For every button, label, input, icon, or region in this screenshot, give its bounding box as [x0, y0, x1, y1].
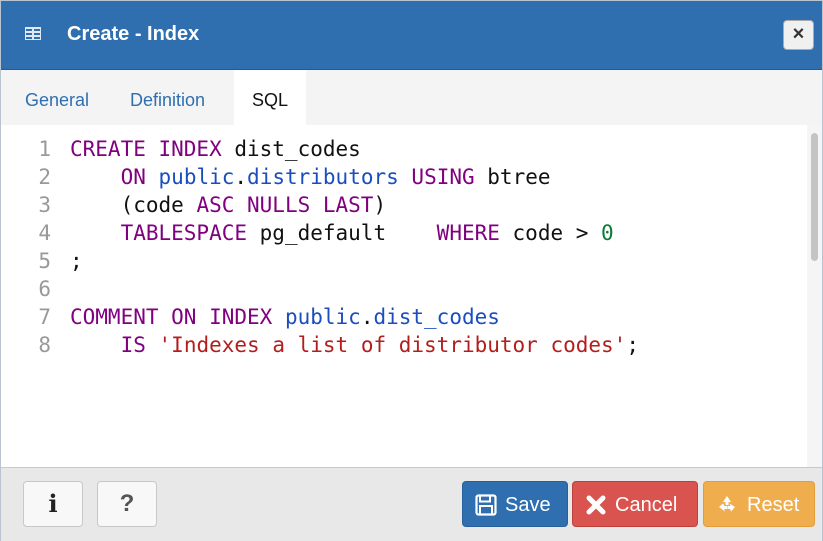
code-token: public	[158, 165, 235, 189]
tab-definition[interactable]: Definition	[130, 70, 205, 125]
code-line[interactable]	[70, 275, 639, 303]
line-number: 4	[38, 221, 51, 245]
code-line[interactable]: TABLESPACE pg_default WHERE code > 0	[70, 219, 639, 247]
code-token: public	[284, 305, 361, 329]
code-token: code >	[499, 221, 602, 245]
line-number-gutter: 1 2 3 4 5 6 7 8	[1, 135, 57, 359]
code-line[interactable]: IS 'Indexes a list of distributor codes'…	[70, 331, 639, 359]
code-token: USING	[411, 165, 475, 189]
code-token: 0	[601, 221, 614, 245]
code-token: .	[234, 165, 248, 189]
recycle-icon	[719, 496, 735, 512]
code-token: ASC NULLS LAST	[196, 193, 374, 217]
dialog-title: Create - Index	[67, 23, 200, 45]
code-line[interactable]: ;	[70, 247, 639, 275]
create-index-dialog: Create - Index × General Definition SQL …	[0, 0, 823, 541]
code-token: 'Indexes a list of distributor codes'	[158, 333, 627, 357]
line-number: 1	[38, 137, 51, 161]
close-icon: ×	[792, 23, 805, 45]
reset-button[interactable]: Reset	[703, 481, 815, 527]
close-button[interactable]: ×	[783, 20, 814, 50]
editor-scrollbar[interactable]	[807, 125, 822, 467]
code-token: (code	[70, 193, 197, 217]
line-number: 6	[38, 277, 51, 301]
code-token: CREATE INDEX	[70, 137, 222, 161]
help-button[interactable]: ?	[97, 481, 157, 527]
code-line[interactable]: CREATE INDEX dist_codes	[70, 135, 639, 163]
line-number: 5	[38, 249, 51, 273]
code-token: ON	[120, 165, 146, 189]
reset-label: Reset	[747, 494, 800, 516]
line-number: 8	[38, 333, 51, 357]
index-icon	[25, 27, 41, 40]
code-token: ;	[70, 249, 83, 273]
save-button[interactable]: Save	[462, 481, 568, 527]
dialog-footer: i ? Save Cancel Reset	[1, 467, 822, 541]
line-number: 7	[38, 305, 51, 329]
code-token: dist_codes	[221, 137, 361, 161]
code-line[interactable]: ON public.distributors USING btree	[70, 163, 639, 191]
code-token: .	[360, 305, 374, 329]
code-token: btree	[474, 165, 551, 189]
code-token: COMMENT ON INDEX	[70, 305, 273, 329]
line-number: 2	[38, 165, 51, 189]
cancel-label: Cancel	[615, 494, 678, 516]
code-token: )	[373, 193, 387, 217]
x-icon	[586, 495, 606, 515]
code-token: distributors	[247, 165, 399, 189]
code-line[interactable]: COMMENT ON INDEX public.dist_codes	[70, 303, 639, 331]
code-token: TABLESPACE	[120, 221, 248, 245]
save-label: Save	[505, 494, 551, 516]
code-token: pg_default	[247, 221, 437, 245]
code-token: IS	[120, 333, 146, 357]
sql-code[interactable]: CREATE INDEX dist_codes ON public.distri…	[70, 135, 639, 359]
code-token: dist_codes	[373, 305, 500, 329]
code-token: ;	[626, 333, 639, 357]
info-button[interactable]: i	[23, 481, 83, 527]
scrollbar-thumb[interactable]	[811, 133, 818, 261]
tab-sql[interactable]: SQL	[234, 70, 306, 125]
info-icon: i	[48, 489, 58, 518]
sql-editor[interactable]: 1 2 3 4 5 6 7 8 CREATE INDEX dist_codes ON publ…	[1, 125, 822, 467]
code-line[interactable]: (code ASC NULLS LAST)	[70, 191, 639, 219]
help-icon: ?	[119, 490, 135, 517]
line-number: 3	[38, 193, 51, 217]
floppy-disk-icon	[475, 494, 497, 516]
code-token: WHERE	[436, 221, 500, 245]
tab-bar: General Definition SQL	[1, 70, 822, 125]
tab-general[interactable]: General	[25, 70, 89, 125]
cancel-button[interactable]: Cancel	[572, 481, 698, 527]
dialog-titlebar[interactable]: Create - Index ×	[1, 1, 822, 70]
